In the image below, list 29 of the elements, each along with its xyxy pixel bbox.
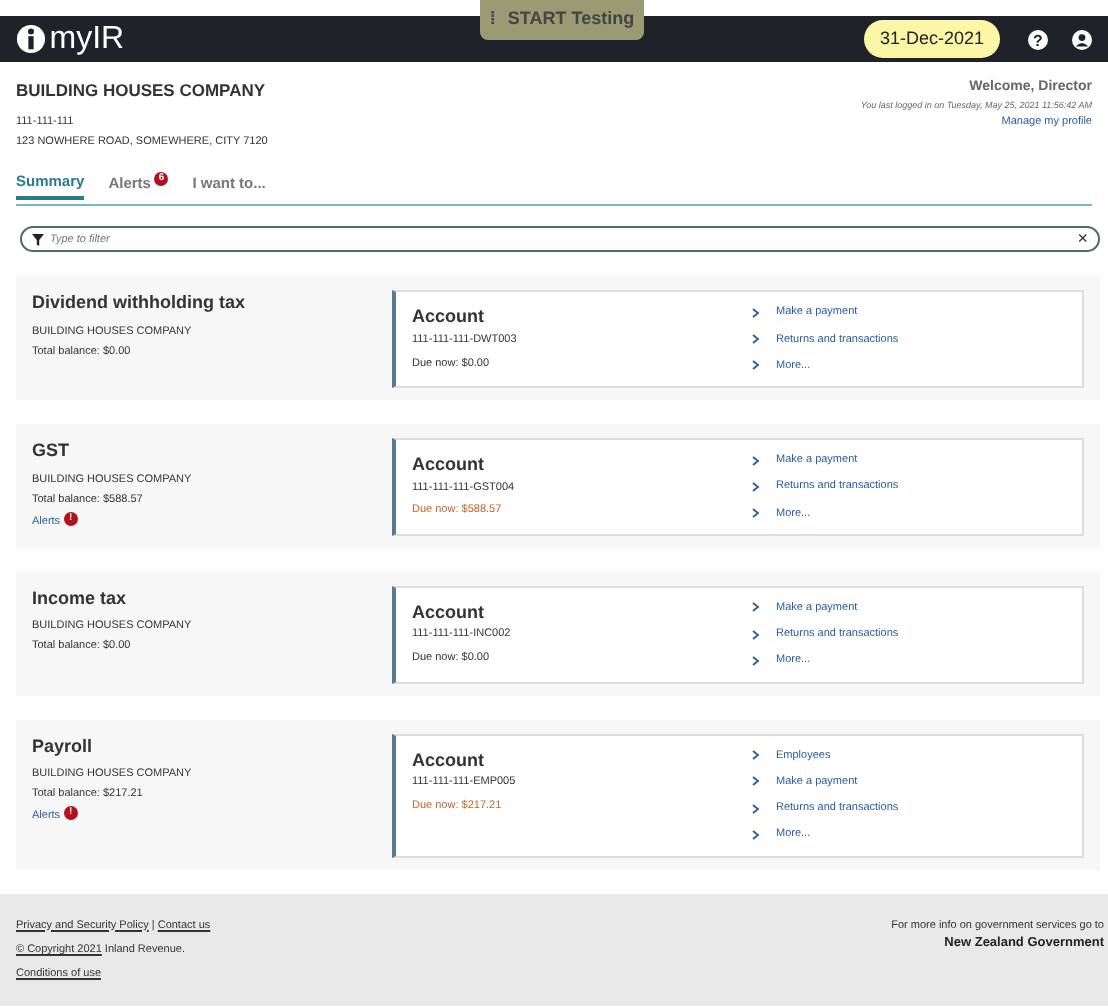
date-pill: 31-Dec-2021: [863, 19, 1000, 59]
account-heading: Account: [412, 747, 486, 773]
company-name: BUILDING HOUSES COMPANY: [16, 78, 268, 104]
clear-button[interactable]: ×: [1077, 230, 1088, 249]
account-heading: Account: [412, 304, 486, 331]
chevron-icon: [752, 776, 760, 787]
account-heading: Account: [412, 599, 486, 626]
chevron-icon: [752, 829, 760, 840]
account-title: GST: [32, 438, 72, 464]
chevron-icon: [752, 803, 760, 814]
chevron-icon: [752, 307, 760, 318]
account-title: Payroll: [32, 733, 95, 760]
chevron-icon: [752, 360, 760, 371]
account-title: Income tax: [32, 585, 129, 612]
chevron-icon: [752, 602, 760, 613]
user-icon[interactable]: [1072, 29, 1092, 49]
logo-icon: [16, 24, 46, 54]
chevron-icon: [752, 629, 760, 640]
chevron-icon: [752, 655, 760, 666]
logo-text[interactable]: myIR: [49, 23, 125, 55]
account-heading: Account: [412, 452, 486, 478]
account-title: Dividend withholding tax: [32, 290, 247, 317]
chevron-icon: [752, 455, 760, 466]
chevron-icon: [752, 334, 760, 345]
chevron-icon: [752, 481, 760, 492]
chevron-icon: [752, 750, 760, 761]
filter-icon: [32, 233, 44, 246]
help-icon[interactable]: ?: [1028, 29, 1048, 49]
chevron-icon: [752, 508, 760, 519]
